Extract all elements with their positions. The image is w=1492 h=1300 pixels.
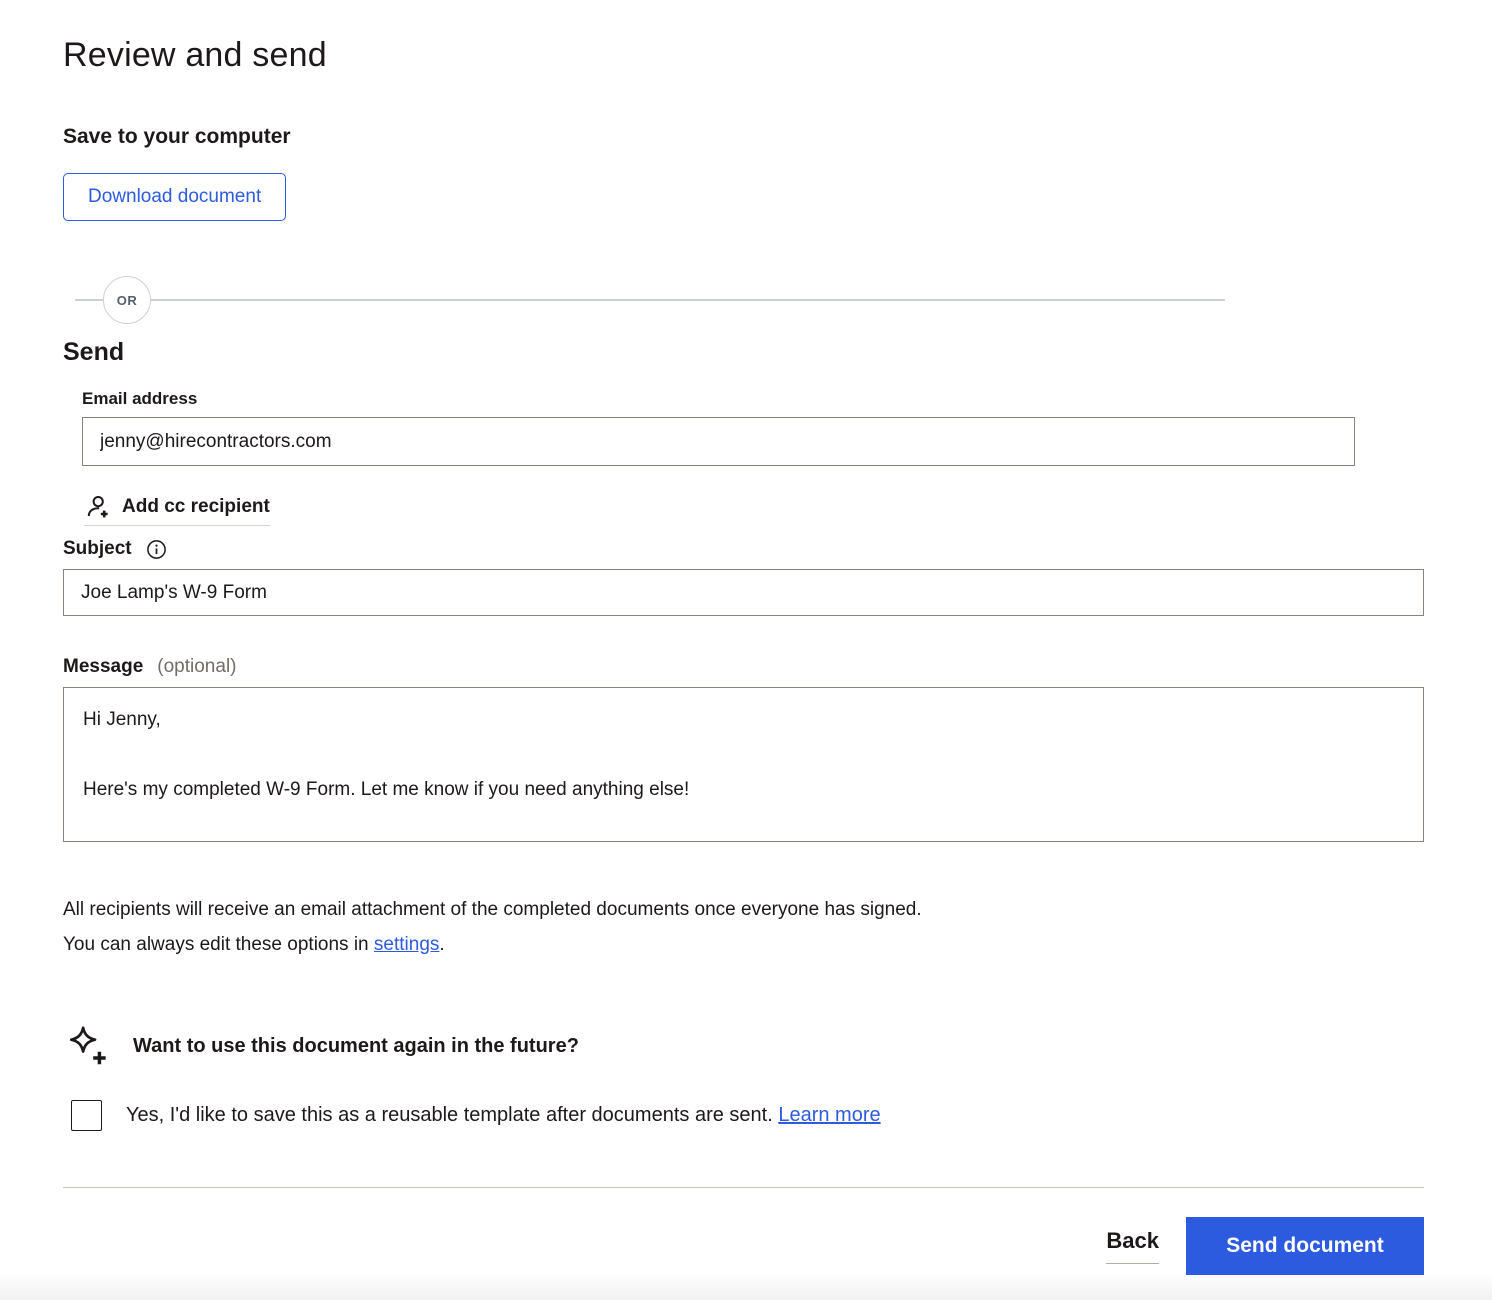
info-icon[interactable] <box>146 539 167 560</box>
footer-actions: Back Send document <box>63 1217 1424 1275</box>
email-address-input[interactable] <box>82 417 1355 466</box>
message-label: Message <box>63 656 143 678</box>
or-divider: OR <box>63 276 1225 324</box>
learn-more-link[interactable]: Learn more <box>778 1104 880 1126</box>
template-question: Want to use this document again in the f… <box>133 1035 579 1058</box>
template-question-row: Want to use this document again in the f… <box>63 1024 1424 1068</box>
subject-label-row: Subject <box>63 538 1424 560</box>
review-and-send-page: Review and send Save to your computer Do… <box>0 0 1492 1275</box>
subject-label: Subject <box>63 538 132 560</box>
bottom-page-fade <box>0 1272 1492 1300</box>
subject-input[interactable] <box>63 569 1424 616</box>
message-label-row: Message (optional) <box>63 656 1424 678</box>
message-optional-hint: (optional) <box>157 656 236 678</box>
save-section-heading: Save to your computer <box>63 125 1424 149</box>
template-checkbox-row: Yes, I'd like to save this as a reusable… <box>71 1100 1424 1131</box>
checkbox-label-text: Yes, I'd like to save this as a reusable… <box>126 1104 778 1126</box>
add-cc-recipient-button[interactable]: Add cc recipient <box>84 494 270 526</box>
settings-link[interactable]: settings <box>374 934 439 955</box>
notice-text-after: . <box>439 934 444 955</box>
footer-divider <box>63 1187 1424 1188</box>
send-section-heading: Send <box>63 338 1424 367</box>
person-plus-icon <box>84 494 110 520</box>
back-link[interactable]: Back <box>1106 1228 1159 1264</box>
recipients-notice: All recipients will receive an email att… <box>63 892 953 962</box>
save-template-checkbox-label: Yes, I'd like to save this as a reusable… <box>126 1104 881 1127</box>
notice-text-before: All recipients will receive an email att… <box>63 899 922 955</box>
sparkle-plus-icon <box>63 1024 111 1068</box>
page-title: Review and send <box>63 36 1424 75</box>
save-template-checkbox[interactable] <box>71 1100 102 1131</box>
or-divider-line <box>75 299 1225 301</box>
download-document-button[interactable]: Download document <box>63 173 286 221</box>
or-badge: OR <box>103 276 151 324</box>
email-field-group: Email address <box>82 389 1424 466</box>
send-document-button[interactable]: Send document <box>1186 1217 1424 1275</box>
email-address-label: Email address <box>82 389 1424 409</box>
add-cc-recipient-label: Add cc recipient <box>122 496 270 518</box>
message-textarea[interactable]: Hi Jenny, Here's my completed W-9 Form. … <box>63 687 1424 842</box>
